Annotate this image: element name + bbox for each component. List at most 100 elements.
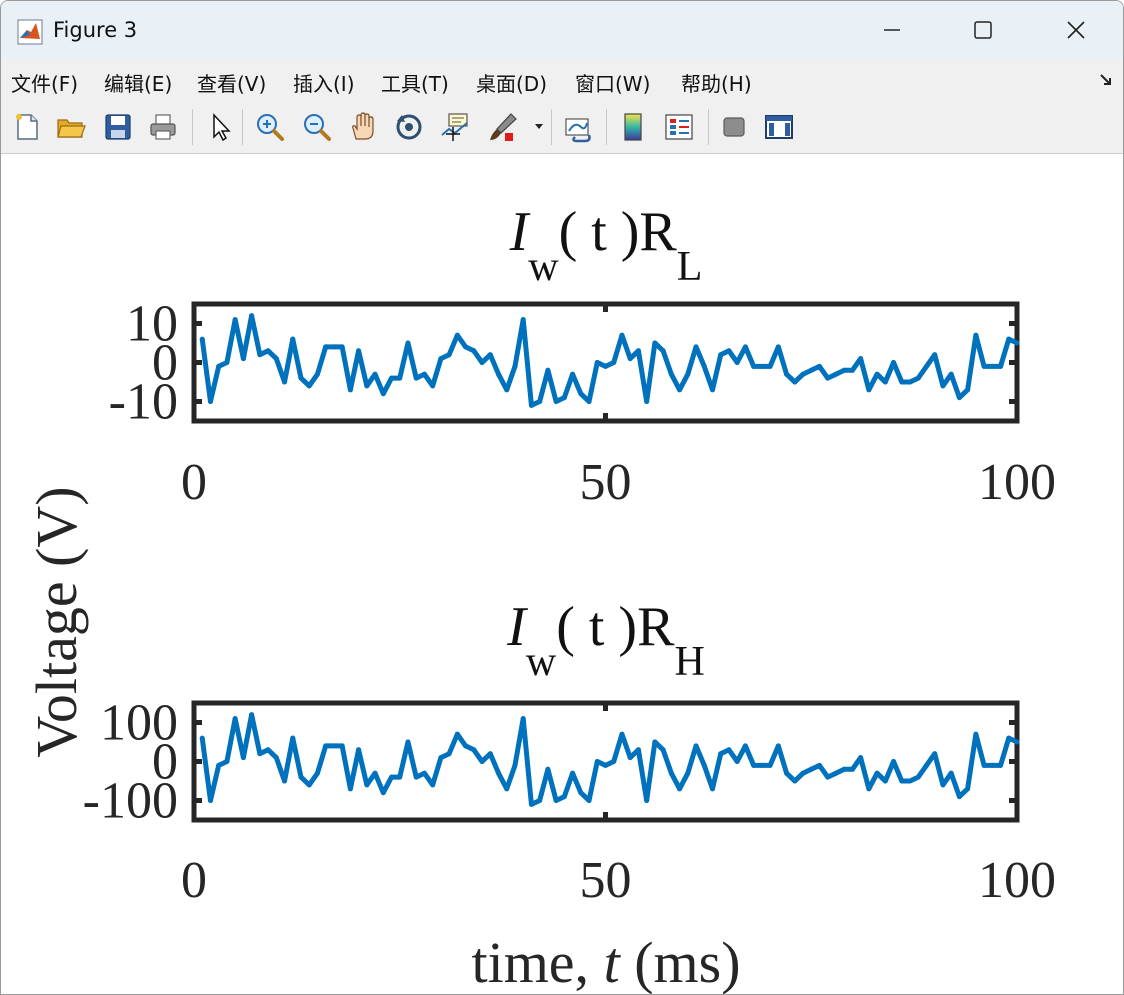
data-point bbox=[915, 774, 921, 780]
menu-insert[interactable]: 插入(I) bbox=[293, 68, 355, 97]
close-icon bbox=[1067, 21, 1085, 39]
data-point bbox=[701, 363, 707, 369]
data-point bbox=[224, 360, 230, 365]
title-bottom-sub: w bbox=[526, 639, 557, 685]
pan-icon[interactable] bbox=[347, 111, 379, 143]
data-point bbox=[874, 371, 880, 377]
menu-window[interactable]: 窗口(W) bbox=[575, 68, 650, 97]
data-point bbox=[199, 735, 205, 741]
menu-edit[interactable]: 编辑(E) bbox=[104, 68, 172, 97]
x-tick-label: 50 bbox=[580, 852, 632, 909]
data-point bbox=[660, 747, 666, 753]
data-point bbox=[561, 794, 567, 800]
data-point bbox=[520, 317, 526, 323]
data-point bbox=[265, 348, 271, 354]
dock-arrow-icon[interactable] bbox=[1098, 72, 1114, 88]
data-point bbox=[882, 778, 888, 784]
brush-dropdown-icon[interactable] bbox=[534, 123, 544, 131]
data-point bbox=[199, 336, 205, 342]
data-point bbox=[742, 743, 748, 749]
zoom-out-icon[interactable] bbox=[301, 111, 333, 143]
new-figure-icon[interactable] bbox=[11, 111, 43, 143]
data-point bbox=[858, 755, 864, 761]
data-point bbox=[800, 371, 806, 377]
data-point bbox=[207, 798, 213, 803]
data-point bbox=[668, 371, 674, 377]
x-tick-label: 0 bbox=[181, 852, 207, 909]
data-point bbox=[998, 762, 1004, 768]
show-plot-tools-icon[interactable] bbox=[763, 111, 795, 143]
data-cursor-icon[interactable] bbox=[439, 111, 471, 143]
title-top-sub2: L bbox=[677, 244, 703, 290]
figure-canvas[interactable]: Voltage (V) time, t (ms) Iw( t )RL 0 50 10… bbox=[1, 154, 1123, 994]
data-point bbox=[504, 387, 510, 393]
menu-file[interactable]: 文件(F) bbox=[11, 68, 78, 97]
maximize-button[interactable] bbox=[938, 1, 1028, 59]
maximize-icon bbox=[974, 21, 992, 39]
data-point bbox=[545, 367, 551, 373]
minimize-button[interactable] bbox=[847, 1, 937, 59]
link-plot-icon[interactable] bbox=[563, 111, 595, 143]
close-button[interactable] bbox=[1031, 1, 1121, 59]
data-point bbox=[578, 391, 584, 397]
data-point bbox=[923, 363, 929, 369]
data-point bbox=[808, 367, 814, 373]
data-point bbox=[240, 356, 246, 362]
menu-view[interactable]: 查看(V) bbox=[197, 68, 266, 97]
data-point bbox=[833, 371, 839, 377]
data-point bbox=[528, 801, 534, 807]
data-point bbox=[471, 348, 477, 354]
menu-help[interactable]: 帮助(H) bbox=[681, 68, 752, 97]
pointer-icon[interactable] bbox=[204, 111, 236, 143]
menu-desktop[interactable]: 桌面(D) bbox=[476, 68, 547, 97]
data-point bbox=[496, 371, 502, 377]
subplot-bottom: Iw( t )RH 0 50 1001000-100 bbox=[83, 596, 1056, 909]
toolbar-separator bbox=[551, 109, 552, 145]
data-point bbox=[603, 363, 608, 369]
data-point bbox=[948, 371, 954, 377]
data-point bbox=[866, 786, 872, 792]
data-point bbox=[652, 340, 658, 346]
data-point bbox=[751, 363, 757, 369]
data-point bbox=[907, 379, 913, 385]
data-point bbox=[627, 755, 633, 761]
data-point bbox=[1006, 336, 1012, 342]
hide-plot-tools-icon[interactable] bbox=[718, 111, 750, 143]
data-point bbox=[306, 782, 312, 788]
data-point bbox=[1014, 739, 1020, 745]
data-point bbox=[405, 739, 411, 745]
data-point bbox=[364, 383, 370, 389]
data-point bbox=[775, 743, 781, 749]
data-point bbox=[512, 363, 518, 369]
menu-bar: 文件(F) 编辑(E) 查看(V) 插入(I) 工具(T) 桌面(D) 窗口(W… bbox=[1, 59, 1123, 101]
menu-tools[interactable]: 工具(T) bbox=[381, 68, 449, 97]
data-point bbox=[956, 395, 962, 401]
open-icon[interactable] bbox=[55, 111, 87, 143]
brush-icon[interactable] bbox=[487, 111, 519, 143]
legend-icon[interactable] bbox=[663, 111, 695, 143]
data-point bbox=[347, 786, 353, 792]
x-axis-label-unit: (ms) bbox=[620, 930, 741, 994]
data-point bbox=[364, 782, 370, 788]
rotate-3d-icon[interactable] bbox=[393, 111, 425, 143]
save-icon[interactable] bbox=[102, 111, 134, 143]
data-point bbox=[701, 762, 707, 768]
data-point bbox=[463, 344, 469, 350]
data-point bbox=[948, 770, 954, 776]
data-point bbox=[858, 356, 864, 362]
data-point bbox=[520, 716, 526, 722]
print-icon[interactable] bbox=[147, 111, 179, 143]
data-point bbox=[207, 399, 213, 404]
data-point bbox=[380, 391, 386, 397]
colorbar-icon[interactable] bbox=[617, 111, 649, 143]
zoom-in-icon[interactable] bbox=[254, 111, 286, 143]
data-point bbox=[389, 375, 395, 381]
toolbar-separator bbox=[242, 109, 243, 145]
data-point bbox=[339, 743, 345, 749]
data-point bbox=[981, 363, 987, 369]
data-point bbox=[923, 762, 929, 768]
y-axis-label: Voltage (V) bbox=[24, 486, 89, 757]
toolbar-separator bbox=[192, 109, 193, 145]
data-point bbox=[767, 762, 773, 768]
data-point bbox=[578, 790, 584, 796]
